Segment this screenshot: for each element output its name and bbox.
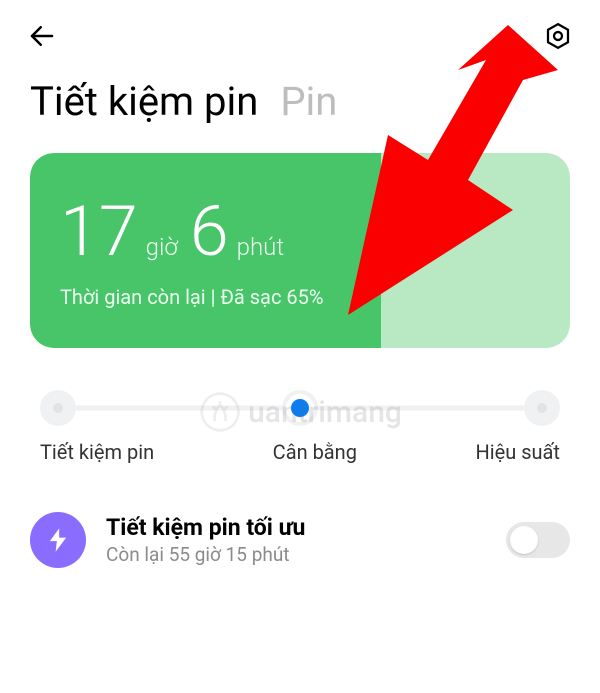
card-background bbox=[381, 153, 570, 348]
arrow-left-icon bbox=[27, 21, 57, 55]
minutes-unit: phút bbox=[237, 233, 284, 261]
settings-button[interactable] bbox=[538, 18, 578, 58]
minutes-value: 6 bbox=[190, 197, 229, 267]
slider-thumb[interactable] bbox=[286, 394, 314, 422]
slider-stop-left[interactable] bbox=[40, 390, 76, 426]
ultra-saver-title: Tiết kiệm pin tối ưu bbox=[106, 514, 486, 541]
ultra-saver-toggle[interactable] bbox=[506, 522, 570, 558]
bolt-icon bbox=[30, 512, 86, 568]
ultra-saver-subtitle: Còn lại 55 giờ 15 phút bbox=[106, 543, 486, 566]
card-subtitle: Thời gian còn lại | Đã sạc 65% bbox=[60, 285, 351, 309]
tab-bar: Tiết kiệm pin Pin bbox=[0, 68, 600, 153]
battery-status-card[interactable]: 17 giờ 6 phút Thời gian còn lại | Đã sạc… bbox=[30, 153, 570, 348]
back-button[interactable] bbox=[22, 18, 62, 58]
slider-stop-right[interactable] bbox=[524, 390, 560, 426]
time-remaining: 17 giờ 6 phút bbox=[60, 197, 351, 267]
gear-icon bbox=[543, 21, 573, 55]
tab-battery-saver[interactable]: Tiết kiệm pin bbox=[30, 78, 258, 125]
slider-label-right: Hiệu suất bbox=[475, 440, 560, 464]
slider-label-left: Tiết kiệm pin bbox=[40, 440, 154, 464]
ultra-saver-row: Tiết kiệm pin tối ưu Còn lại 55 giờ 15 p… bbox=[30, 512, 570, 568]
performance-slider[interactable]: Tiết kiệm pin Cân bằng Hiệu suất bbox=[40, 390, 560, 464]
hours-unit: giờ bbox=[146, 233, 178, 261]
slider-label-center: Cân bằng bbox=[273, 440, 357, 464]
tab-battery[interactable]: Pin bbox=[280, 78, 337, 125]
hours-value: 17 bbox=[60, 197, 138, 267]
slider-thumb-inner bbox=[291, 399, 309, 417]
card-foreground: 17 giờ 6 phút Thời gian còn lại | Đã sạc… bbox=[30, 153, 381, 348]
toggle-knob bbox=[510, 526, 538, 554]
